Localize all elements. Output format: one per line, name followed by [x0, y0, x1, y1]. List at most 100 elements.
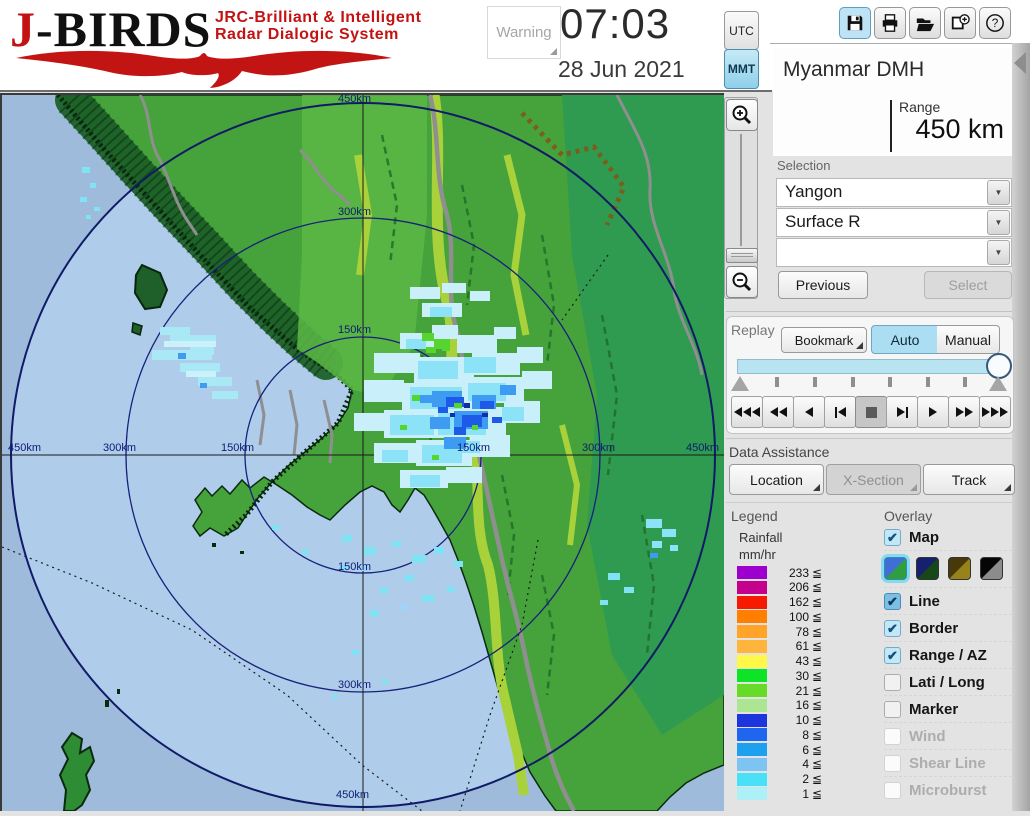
overlay-label: Overlay: [884, 508, 932, 524]
legend-lte-symbol: ≦: [812, 639, 822, 653]
checkbox-icon[interactable]: ✔: [884, 620, 901, 637]
add-image-button[interactable]: [944, 7, 976, 39]
panel-edge-strip[interactable]: [1012, 43, 1030, 811]
legend-value: 100: [767, 610, 809, 624]
checkbox-icon[interactable]: [884, 782, 901, 799]
corner-resize-icon: [550, 48, 557, 55]
corner-menu-icon: [1004, 484, 1011, 491]
legend-row: 10≦: [737, 714, 837, 727]
legend-lte-symbol: ≦: [812, 684, 822, 698]
ring-label-s450: 450km: [336, 789, 369, 801]
warning-label: Warning: [496, 24, 551, 41]
legend-swatch: [737, 684, 767, 697]
open-folder-button[interactable]: [909, 7, 941, 39]
help-button[interactable]: ?: [979, 7, 1011, 39]
legend-row: 30≦: [737, 669, 837, 682]
checkbox-icon[interactable]: ✔: [884, 647, 901, 664]
utc-button[interactable]: UTC: [724, 11, 759, 50]
checkbox-icon[interactable]: [884, 728, 901, 745]
range-label: Range: [899, 99, 940, 115]
collapse-panel-arrow-icon[interactable]: [1014, 52, 1026, 74]
bookmark-button[interactable]: Bookmark: [781, 327, 867, 353]
legend-row: 8≦: [737, 728, 837, 741]
checkbox-icon[interactable]: [884, 701, 901, 718]
overlay-item-label: Lati / Long: [909, 674, 985, 691]
chevron-down-icon[interactable]: ▼: [987, 210, 1010, 235]
checkbox-icon[interactable]: ✔: [884, 593, 901, 610]
legend-swatch: [737, 669, 767, 682]
overlay-item-range-az[interactable]: ✔Range / AZ: [884, 641, 1012, 668]
overlay-item-map[interactable]: ✔ Map: [884, 524, 1012, 550]
zoom-slider-handle[interactable]: [726, 248, 758, 263]
zoom-in-button[interactable]: [726, 99, 758, 131]
print-button[interactable]: [874, 7, 906, 39]
step-back-button[interactable]: [824, 396, 856, 428]
map-style-terrain-olive[interactable]: [948, 557, 971, 580]
overlay-item-label: Map: [909, 529, 939, 546]
play-reverse-button[interactable]: [793, 396, 825, 428]
location-button[interactable]: Location: [729, 464, 824, 495]
stop-button[interactable]: [855, 396, 887, 428]
legend-value: 6: [767, 743, 809, 757]
radar-map[interactable]: 450km 300km 150km 150km 300km 450km 450k…: [0, 93, 724, 811]
play-button[interactable]: [917, 396, 949, 428]
legend-row: 16≦: [737, 699, 837, 712]
legend-value: 30: [767, 669, 809, 683]
fast-rewind-button[interactable]: [762, 396, 794, 428]
overlay-item-line[interactable]: ✔ Line: [884, 587, 1012, 614]
checkbox-icon[interactable]: [884, 755, 901, 772]
fast-forward-button[interactable]: [948, 396, 980, 428]
zoom-out-button[interactable]: [726, 266, 758, 298]
map-style-terrain-color[interactable]: [884, 557, 907, 580]
checkbox-icon[interactable]: [884, 674, 901, 691]
replay-slider-track[interactable]: [737, 359, 1009, 374]
overlay-item-border[interactable]: ✔ Border: [884, 614, 1012, 641]
map-style-terrain-gray[interactable]: [980, 557, 1003, 580]
save-button[interactable]: [839, 7, 871, 39]
legend-row: 61≦: [737, 640, 837, 653]
map-style-terrain-dark[interactable]: [916, 557, 939, 580]
legend-swatch: [737, 699, 767, 712]
auto-button[interactable]: Auto: [871, 325, 939, 354]
checkbox-icon[interactable]: ✔: [884, 529, 901, 546]
range-start-marker[interactable]: [731, 376, 749, 391]
chevron-down-icon[interactable]: ▼: [987, 240, 1010, 265]
legend-value: 43: [767, 654, 809, 668]
ring-label-w300: 300km: [103, 442, 136, 454]
logo-subtitle: JRC-Brilliant & Intelligent Radar Dialog…: [215, 9, 421, 43]
legend-scale: 233≦206≦162≦100≦78≦61≦43≦30≦21≦16≦10≦8≦6…: [737, 566, 837, 800]
previous-button[interactable]: Previous: [778, 271, 868, 299]
overlay-item-wind[interactable]: Wind: [884, 722, 1012, 749]
chevron-down-icon[interactable]: ▼: [987, 180, 1010, 205]
overlay-item-lati-long[interactable]: Lati / Long: [884, 668, 1012, 695]
product-dropdown[interactable]: Surface R ▼: [776, 208, 1012, 237]
legend-lte-symbol: ≦: [812, 698, 822, 712]
range-end-marker[interactable]: [989, 376, 1007, 391]
slider-tick: [963, 377, 967, 387]
overlay-item-label: Line: [909, 593, 940, 610]
skip-to-start-button[interactable]: [731, 396, 763, 428]
legend-title: Rainfall: [739, 530, 782, 545]
stop-icon: [866, 407, 877, 418]
option-dropdown[interactable]: ▼: [776, 238, 1012, 267]
xsection-button[interactable]: X-Section: [826, 464, 921, 495]
map-style-swatches: [884, 550, 1012, 587]
track-button[interactable]: Track: [923, 464, 1015, 495]
skip-to-end-button[interactable]: [979, 396, 1011, 428]
warning-button[interactable]: Warning: [487, 6, 561, 59]
legend-row: 162≦: [737, 596, 837, 609]
site-dropdown[interactable]: Yangon ▼: [776, 178, 1012, 207]
zoom-slider-track[interactable]: [740, 134, 742, 246]
logo-subtitle-line1: JRC-Brilliant & Intelligent: [215, 9, 421, 26]
mmt-button[interactable]: MMT: [724, 49, 759, 89]
eagle-logo-icon: [14, 46, 392, 88]
overlay-item-label: Border: [909, 620, 958, 637]
overlay-list: ✔ Map ✔ Line ✔ Border ✔Range / AZ Lati / Long Ma…: [884, 524, 1012, 803]
overlay-item-microburst[interactable]: Microburst: [884, 776, 1012, 803]
step-forward-button[interactable]: [886, 396, 918, 428]
overlay-item-marker[interactable]: Marker: [884, 695, 1012, 722]
play-reverse-icon: [805, 407, 813, 417]
overlay-item-shear-line[interactable]: Shear Line: [884, 749, 1012, 776]
manual-button[interactable]: Manual: [937, 325, 1000, 354]
select-button[interactable]: Select: [924, 271, 1012, 299]
